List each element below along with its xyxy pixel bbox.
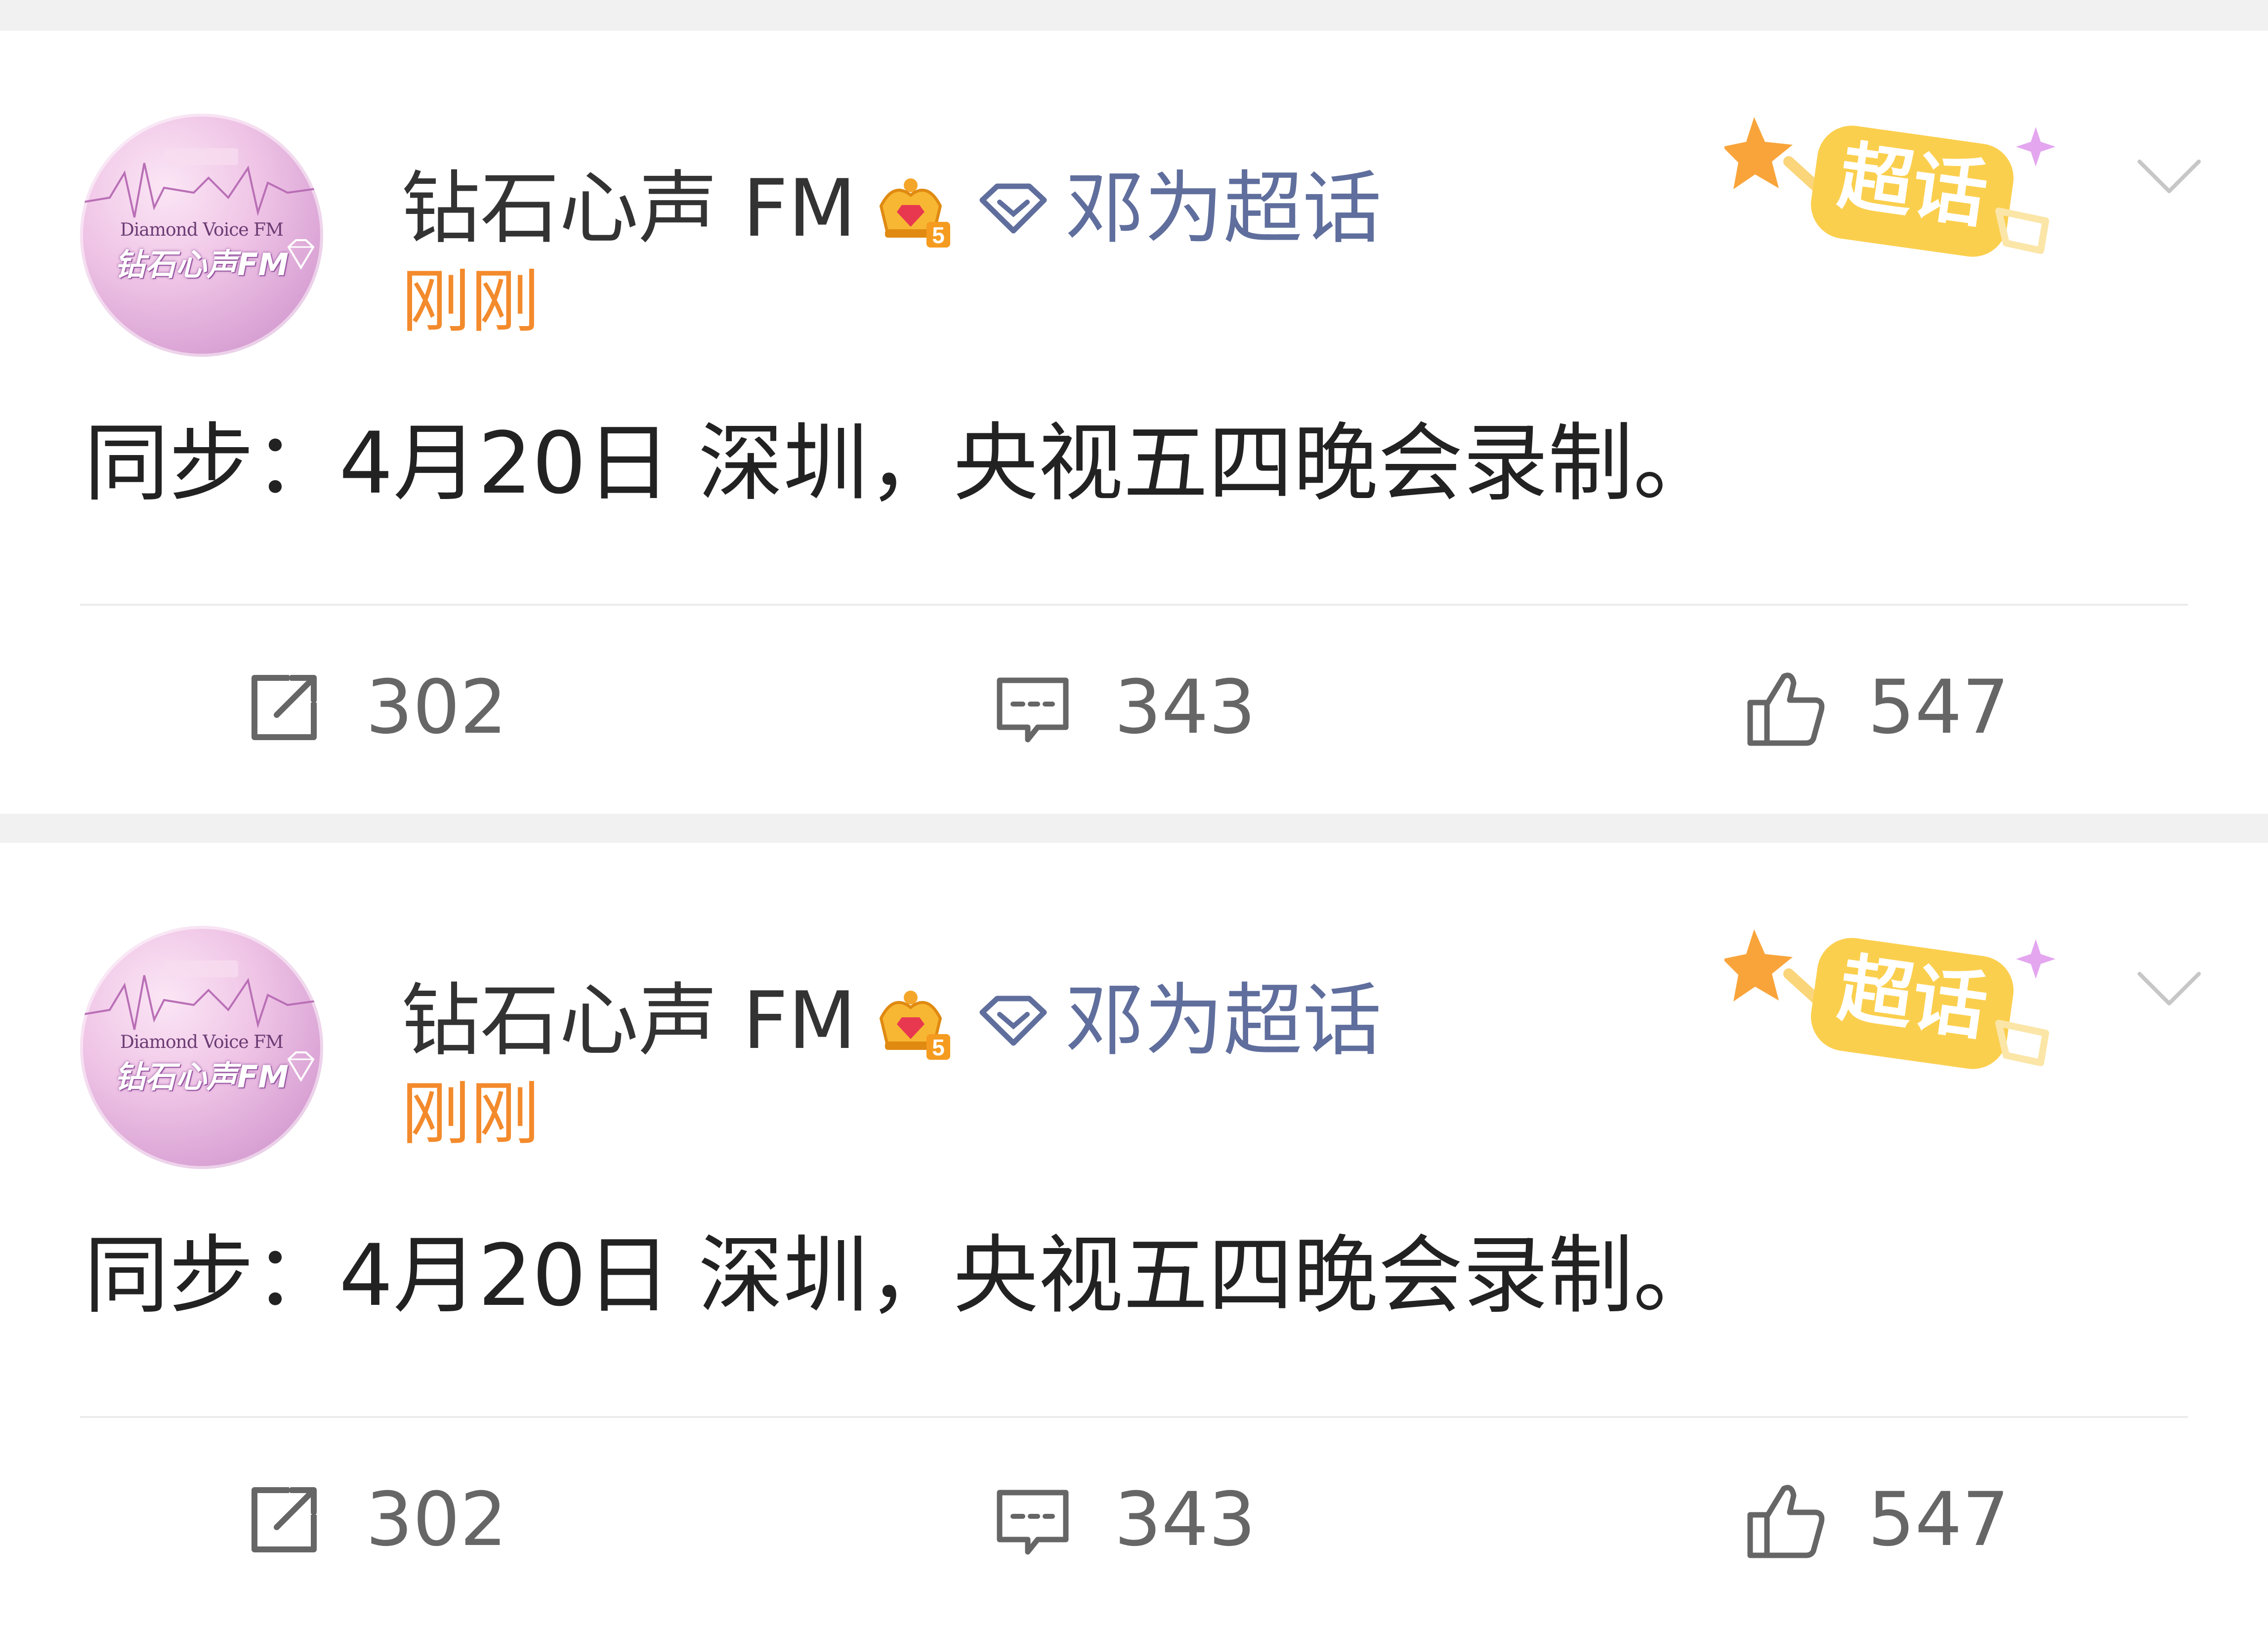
feed-gap	[0, 0, 2268, 31]
comment-icon	[997, 677, 1069, 743]
diamond-icon	[287, 1051, 315, 1082]
chevron-down-icon[interactable]	[2135, 149, 2204, 204]
diamond-tag-icon	[979, 996, 1047, 1046]
like-count: 547	[1868, 1477, 2010, 1563]
comment-icon	[997, 1490, 1069, 1555]
post-time: 刚刚	[401, 1074, 540, 1155]
repost-button[interactable]: 302	[242, 658, 507, 757]
divider	[80, 604, 2188, 606]
author-name[interactable]: 钻石心声 FM	[401, 981, 856, 1060]
like-count: 547	[1868, 665, 2010, 750]
like-button[interactable]: 547	[1744, 658, 2009, 757]
member-level: 5	[932, 222, 945, 248]
post-card[interactable]: Diamond Voice FM 钻石心声FM 钻石心声 FM 5 邓为超话 刚…	[0, 843, 2268, 1626]
author-row: 钻石心声 FM 5 邓为超话	[401, 971, 1382, 1070]
waveform-decoration	[80, 960, 323, 1030]
author-name[interactable]: 钻石心声 FM	[401, 169, 856, 248]
post-content: 同步：4月20日 深圳，央视五四晚会录制。	[84, 1226, 1718, 1325]
repost-button[interactable]: 302	[242, 1470, 507, 1569]
comment-count: 343	[1114, 665, 1256, 750]
feed-gap	[0, 814, 2268, 843]
diamond-icon	[287, 239, 315, 270]
like-icon	[1747, 672, 1825, 746]
post-card[interactable]: Diamond Voice FM 钻石心声FM 钻石心声 FM 5 邓为超话 刚…	[0, 31, 2268, 814]
chevron-down-icon[interactable]	[2135, 961, 2204, 1016]
topic-link[interactable]: 邓为超话	[1065, 981, 1382, 1060]
superchat-badge-icon[interactable]: 超话	[1724, 87, 2080, 275]
topic-link[interactable]: 邓为超话	[1065, 169, 1382, 248]
repost-icon	[252, 1487, 317, 1552]
repost-icon	[252, 675, 317, 740]
avatar[interactable]: Diamond Voice FM 钻石心声FM	[80, 926, 323, 1169]
member-level: 5	[932, 1035, 945, 1060]
weibo-feed: Diamond Voice FM 钻石心声FM 钻石心声 FM 5 邓为超话 刚…	[0, 0, 2268, 1626]
comment-count: 343	[1114, 1477, 1256, 1563]
comment-button[interactable]: 343	[991, 1470, 1256, 1569]
crown-icon[interactable]: 5	[871, 979, 955, 1063]
author-row: 钻石心声 FM 5 邓为超话	[401, 159, 1382, 258]
post-content: 同步：4月20日 深圳，央视五四晚会录制。	[84, 414, 1718, 513]
like-icon	[1747, 1485, 1825, 1558]
divider	[80, 1416, 2188, 1418]
repost-count: 302	[366, 1477, 507, 1563]
avatar[interactable]: Diamond Voice FM 钻石心声FM	[80, 114, 323, 357]
like-button[interactable]: 547	[1744, 1470, 2009, 1569]
comment-button[interactable]: 343	[991, 658, 1256, 757]
diamond-tag-icon	[979, 183, 1047, 234]
post-time: 刚刚	[401, 262, 540, 342]
crown-icon[interactable]: 5	[871, 167, 955, 250]
waveform-decoration	[80, 148, 323, 218]
repost-count: 302	[366, 665, 507, 750]
superchat-badge-icon[interactable]: 超话	[1724, 900, 2080, 1087]
